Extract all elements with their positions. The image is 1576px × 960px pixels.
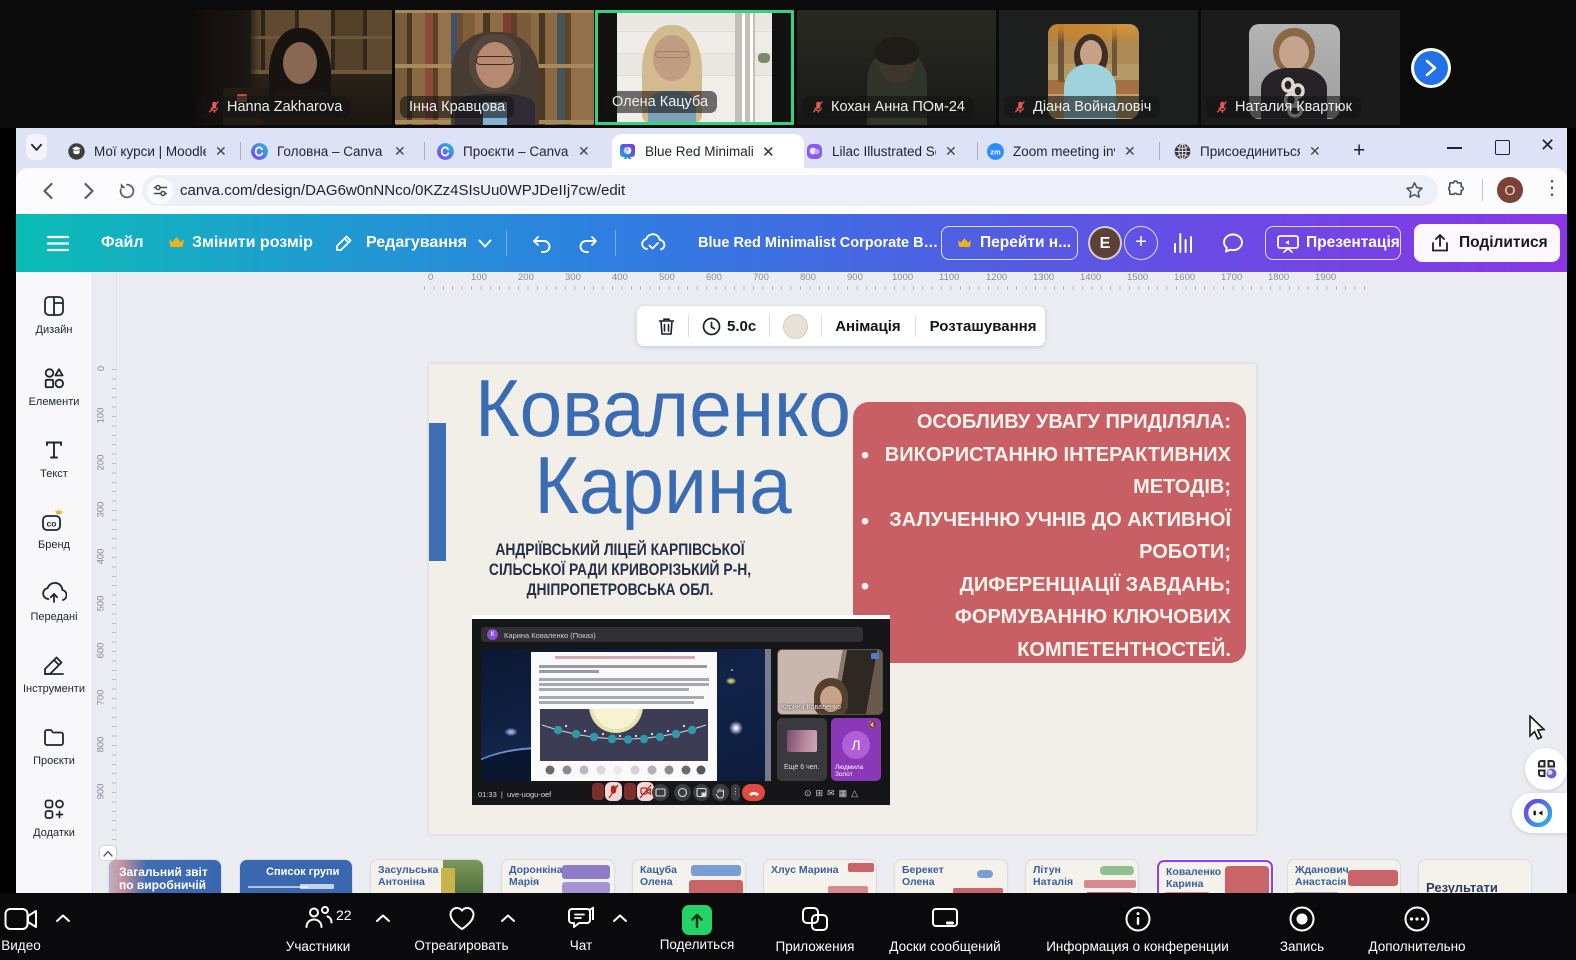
- svg-text:zm: zm: [990, 148, 1001, 157]
- svg-text:co: co: [47, 519, 57, 529]
